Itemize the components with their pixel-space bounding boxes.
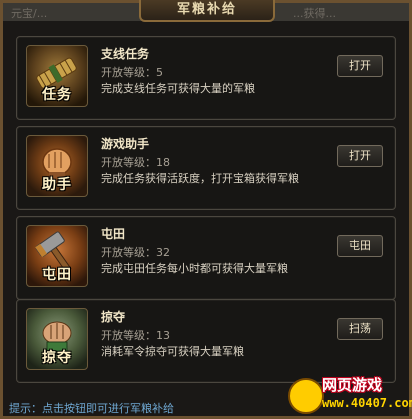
fist-icon: 助手 — [26, 135, 88, 197]
open-button[interactable]: 打开 — [337, 145, 383, 167]
card-title: 游戏助手 — [101, 137, 150, 151]
grab-hand-icon: 掠夺 — [26, 308, 88, 370]
card-description: 完成屯田任务每小时都可获得大量军粮 — [101, 262, 288, 275]
card-title: 屯田 — [101, 227, 126, 241]
card-title: 掠夺 — [101, 310, 126, 324]
supply-panel: 元宝/... ...获得... 军粮补给 任务 支线任务 开放等级：5 完成支线… — [0, 0, 412, 419]
background-text: 元宝/... — [11, 7, 48, 20]
watermark-title: 网页游戏 — [322, 376, 383, 394]
farm-button[interactable]: 屯田 — [337, 235, 383, 257]
site-watermark: 网页游戏 www.40407.com — [286, 372, 412, 417]
card-description: 消耗军令掠夺可获得大量军粮 — [101, 345, 244, 358]
scroll-bundle-icon: 任务 — [26, 45, 88, 107]
icon-label: 助手 — [42, 177, 72, 193]
icon-label: 任务 — [42, 87, 72, 103]
hint-text: 提示：点击按钮即可进行军粮补给 — [9, 402, 174, 415]
card-description: 完成任务获得活跃度，打开宝箱获得军粮 — [101, 172, 299, 185]
background-text: ...获得... — [293, 7, 336, 20]
icon-label: 掠夺 — [42, 350, 72, 366]
supply-card-game-helper: 助手 游戏助手 开放等级：18 完成任务获得活跃度，打开宝箱获得军粮 打开 — [16, 126, 396, 210]
icon-label: 屯田 — [42, 267, 72, 283]
card-description: 完成支线任务可获得大量的军粮 — [101, 82, 255, 95]
open-button[interactable]: 打开 — [337, 55, 383, 77]
card-title: 支线任务 — [101, 47, 150, 61]
card-level: 开放等级：32 — [101, 246, 170, 259]
panel-title: 军粮补给 — [139, 0, 275, 22]
supply-card-side-quest: 任务 支线任务 开放等级：5 完成支线任务可获得大量的军粮 打开 — [16, 36, 396, 120]
watermark-url: www.40407.com — [322, 396, 412, 410]
supply-card-plunder: 掠夺 掠夺 开放等级：13 消耗军令掠夺可获得大量军粮 扫荡 — [16, 299, 396, 383]
mascot-icon — [288, 378, 324, 414]
card-level: 开放等级：13 — [101, 329, 170, 342]
hammer-icon: 屯田 — [26, 225, 88, 287]
sweep-button[interactable]: 扫荡 — [337, 318, 383, 340]
card-level: 开放等级：18 — [101, 156, 170, 169]
supply-card-farming: 屯田 屯田 开放等级：32 完成屯田任务每小时都可获得大量军粮 屯田 — [16, 216, 396, 300]
card-level: 开放等级：5 — [101, 66, 163, 79]
